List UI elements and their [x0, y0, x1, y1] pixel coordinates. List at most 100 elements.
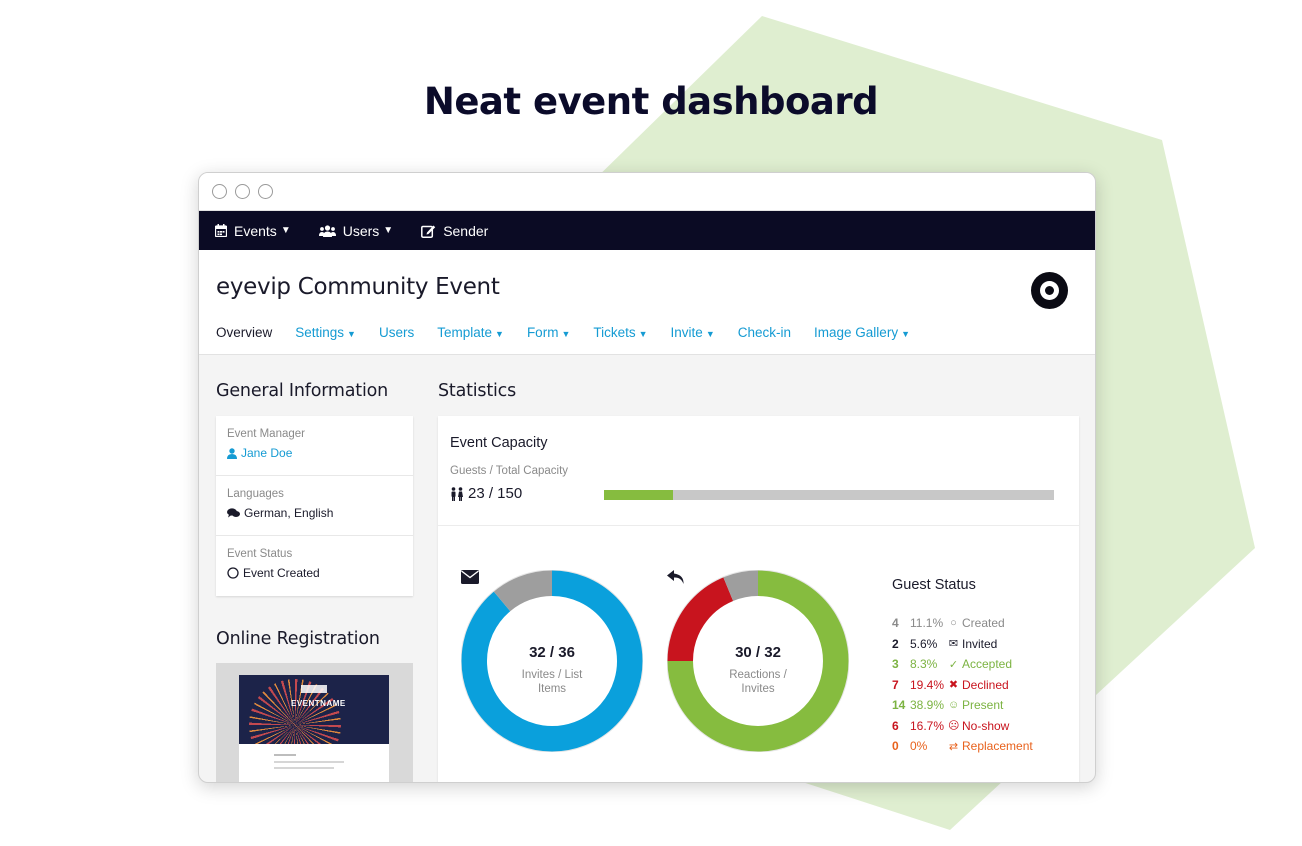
- tab-check-in[interactable]: Check-in: [738, 325, 791, 340]
- event-manager-value: Jane Doe: [241, 446, 293, 460]
- guest-status-label: Invited: [962, 636, 998, 651]
- nav-events-label: Events: [234, 222, 277, 239]
- capacity-value: 23 / 150: [468, 485, 523, 502]
- chevron-down-icon: ▼: [383, 225, 394, 236]
- statistics-heading: Statistics: [438, 381, 516, 401]
- tab-image-gallery[interactable]: Image Gallery ▼: [814, 325, 910, 340]
- chevron-down-icon: ▼: [495, 329, 504, 339]
- guest-status-percent: 0%: [910, 739, 928, 754]
- languages-value-wrap: German, English: [227, 506, 413, 520]
- window-close-dot[interactable]: [212, 184, 227, 199]
- reactions-donut-chart: 30 / 32 Reactions / Invites: [667, 570, 849, 752]
- registration-preview-page: EVENTNAME: [239, 675, 389, 782]
- guest-status-count: 3: [892, 657, 899, 672]
- circle-outline-icon: [227, 567, 239, 579]
- capacity-progress-fill: [604, 490, 673, 500]
- tab-label: Tickets: [593, 325, 636, 340]
- guest-status-row-invited: 2 5.6% ✉ Invited: [892, 634, 1033, 655]
- target-logo-icon: [1031, 272, 1068, 309]
- overview-content: General Information Statistics Event Man…: [199, 355, 1095, 782]
- check-icon: ✓: [948, 658, 959, 671]
- tab-settings[interactable]: Settings ▼: [295, 325, 356, 340]
- tab-label: Image Gallery: [814, 325, 899, 340]
- reactions-value: 30 / 32: [735, 644, 781, 661]
- languages-row: Languages German, English: [216, 476, 413, 536]
- event-manager-label: Event Manager: [227, 428, 305, 440]
- calendar-icon: [215, 224, 227, 237]
- tab-label: Check-in: [737, 325, 792, 340]
- invites-donut-center: 32 / 36 Invites / List Items: [461, 570, 643, 752]
- guest-status-percent: 38.9%: [910, 698, 945, 713]
- registration-preview[interactable]: EVENTNAME: [216, 663, 413, 782]
- guest-status-percent: 11.1%: [910, 616, 944, 631]
- tab-users[interactable]: Users: [379, 325, 414, 340]
- event-status-row: Event Status Event Created: [216, 536, 413, 596]
- guest-status-label-wrap: ✓ Accepted: [948, 657, 1012, 671]
- edit-icon: [421, 225, 436, 238]
- invites-caption: Invites / List Items: [521, 669, 583, 695]
- guest-status-label-wrap: ☹ No-show: [948, 719, 1009, 733]
- chevron-down-icon: ▼: [901, 329, 910, 339]
- tab-label: Users: [378, 325, 415, 340]
- tab-label: Invite: [670, 325, 703, 340]
- guest-status-percent: 8.3%: [910, 657, 938, 672]
- circle-outline-icon: ○: [950, 617, 957, 630]
- chevron-down-icon: ▼: [705, 329, 715, 339]
- envelope-icon: ✉: [948, 638, 959, 651]
- guest-status-count: 0: [892, 739, 899, 754]
- capacity-value-wrap: 23 / 150: [450, 485, 522, 502]
- comments-icon: [227, 508, 240, 518]
- browser-window: Events ▼ Users ▼ Sender eyevip Community…: [198, 172, 1096, 783]
- exchange-icon: ⇄: [948, 740, 959, 753]
- guest-status-row-declined: 7 19.4% ✖ Declined: [892, 675, 1033, 696]
- event-title: eyevip Community Event: [216, 274, 500, 300]
- chevron-down-icon: ▼: [638, 329, 648, 339]
- tab-form[interactable]: Form ▼: [527, 325, 570, 340]
- capacity-title: Event Capacity: [450, 435, 548, 451]
- capacity-divider: [438, 525, 1079, 526]
- guest-status-count: 14: [892, 698, 906, 713]
- chevron-down-icon: ▼: [280, 225, 291, 236]
- guest-status-label-wrap: ○ Created: [948, 616, 1005, 630]
- users-icon: [318, 224, 336, 237]
- tab-overview[interactable]: Overview: [216, 325, 272, 340]
- nav-sender[interactable]: Sender: [421, 223, 488, 239]
- tab-tickets[interactable]: Tickets ▼: [593, 325, 647, 340]
- tab-template[interactable]: Template ▼: [437, 325, 504, 340]
- guest-status-label-wrap: ⇄ Replacement: [948, 739, 1033, 753]
- event-status-value-wrap: Event Created: [227, 566, 413, 580]
- guest-status-label: No-show: [962, 718, 1010, 733]
- guest-status-count: 6: [892, 718, 899, 733]
- tab-label: Template: [437, 325, 493, 340]
- general-info-heading: General Information: [216, 381, 389, 401]
- guest-status-label: Accepted: [962, 657, 1013, 672]
- tab-label: Overview: [216, 325, 273, 340]
- guest-status-title: Guest Status: [892, 577, 976, 593]
- nav-users[interactable]: Users ▼: [318, 223, 394, 239]
- chevron-down-icon: ▼: [347, 329, 356, 339]
- top-navigation: Events ▼ Users ▼ Sender: [199, 211, 1095, 250]
- preview-text-line: [274, 754, 296, 756]
- guest-status-label-wrap: ✖ Declined: [948, 678, 1009, 692]
- chevron-down-icon: ▼: [561, 329, 571, 339]
- envelope-icon: [461, 570, 479, 584]
- event-status-value: Event Created: [243, 566, 320, 580]
- general-info-card: Event Manager Jane Doe Languages German,…: [216, 416, 413, 596]
- capacity-label: Guests / Total Capacity: [450, 465, 569, 477]
- registration-event-name: EVENTNAME: [291, 699, 346, 708]
- event-tabs: Overview Settings ▼ Users Template ▼ Form ▼…: [216, 325, 933, 340]
- guest-status-count: 4: [892, 616, 899, 631]
- guest-status-row-replacement: 0 0% ⇄ Replacement: [892, 736, 1033, 757]
- frown-icon: ☹: [948, 720, 960, 733]
- nav-events[interactable]: Events ▼: [215, 223, 291, 239]
- guest-status-count: 7: [892, 677, 899, 692]
- event-manager-link[interactable]: Jane Doe: [227, 446, 413, 460]
- window-minimize-dot[interactable]: [235, 184, 250, 199]
- ferris-wheel-graphic: [249, 679, 341, 744]
- guest-status-label: Replacement: [962, 739, 1033, 754]
- languages-value: German, English: [244, 506, 334, 520]
- guest-status-row-accepted: 3 8.3% ✓ Accepted: [892, 654, 1033, 675]
- tab-invite[interactable]: Invite ▼: [671, 325, 715, 340]
- window-maximize-dot[interactable]: [258, 184, 273, 199]
- guest-status-percent: 19.4%: [910, 677, 945, 692]
